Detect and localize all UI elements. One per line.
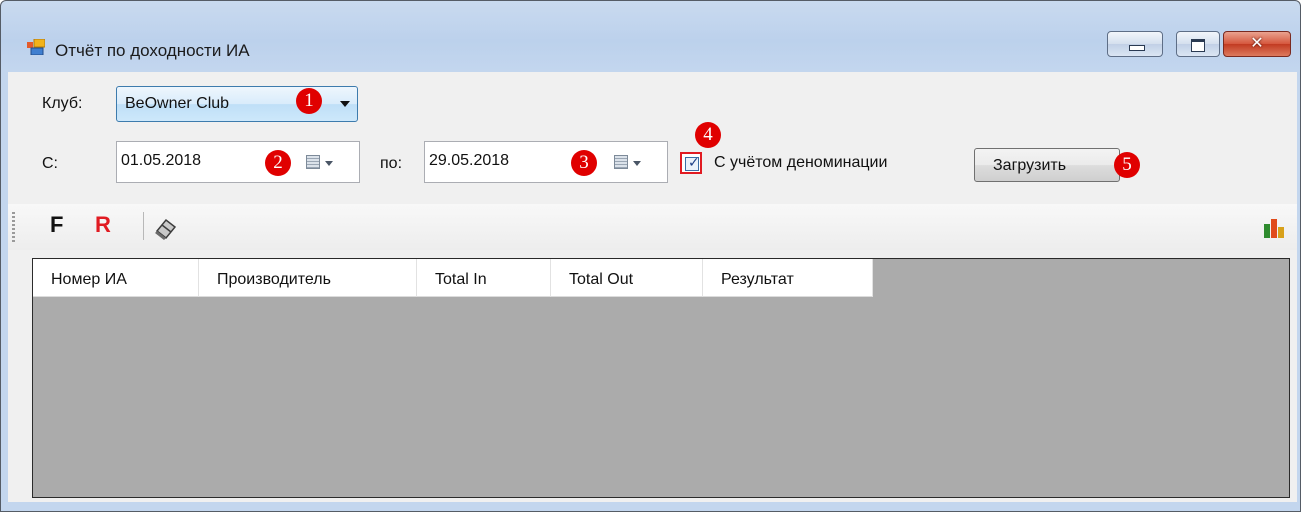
column-header-result[interactable]: Результат — [703, 259, 873, 297]
toolbar-separator — [143, 212, 144, 240]
denomination-checkbox-label[interactable]: С учётом деноминации — [714, 154, 887, 172]
column-header-total-in[interactable]: Total In — [417, 259, 551, 297]
maximize-button[interactable] — [1176, 31, 1220, 57]
column-header-number[interactable]: Номер ИА — [33, 259, 199, 297]
minimize-button[interactable] — [1107, 31, 1163, 57]
eraser-icon[interactable] — [153, 215, 179, 241]
club-dropdown[interactable]: BeOwner Club — [116, 86, 358, 122]
from-label: С: — [42, 155, 58, 172]
chevron-down-icon — [340, 101, 350, 107]
from-date-picker[interactable]: 01.05.2018 — [116, 141, 360, 183]
from-date-value: 01.05.2018 — [121, 152, 202, 169]
checkmark-icon: ✓ — [688, 154, 700, 170]
maximize-icon — [1191, 39, 1205, 52]
denomination-checkbox[interactable]: ✓ — [680, 152, 702, 174]
annotation-badge-4: 4 — [695, 122, 721, 148]
window-title: Отчёт по доходности ИА — [55, 41, 250, 60]
r-button[interactable]: R — [95, 212, 111, 238]
close-icon: ✕ — [1250, 35, 1264, 52]
to-label: по: — [380, 155, 403, 172]
toolbar — [8, 204, 1297, 250]
title-bar[interactable] — [1, 1, 1300, 37]
annotation-badge-5: 5 — [1114, 152, 1140, 178]
load-button-label: Загрузить — [993, 157, 1067, 174]
toolbar-grip[interactable] — [12, 212, 15, 242]
checkbox-box: ✓ — [685, 154, 700, 171]
chart-icon[interactable] — [1262, 216, 1286, 240]
club-label: Клуб: — [42, 95, 83, 112]
annotation-badge-1: 1 — [296, 88, 322, 114]
club-dropdown-value: BeOwner Club — [125, 95, 230, 112]
app-icon — [27, 39, 45, 55]
calendar-icon[interactable] — [306, 155, 320, 169]
column-header-total-out[interactable]: Total Out — [551, 259, 703, 297]
column-header-manufacturer[interactable]: Производитель — [199, 259, 417, 297]
f-button[interactable]: F — [50, 212, 63, 238]
grid-header: Номер ИА Производитель Total In Total Ou… — [33, 259, 873, 297]
load-button[interactable]: Загрузить — [974, 148, 1120, 182]
annotation-badge-2: 2 — [265, 150, 291, 176]
close-button[interactable]: ✕ — [1223, 31, 1291, 57]
to-date-picker[interactable]: 29.05.2018 — [424, 141, 668, 183]
chevron-down-icon — [325, 161, 333, 166]
minimize-icon — [1129, 45, 1145, 51]
report-grid[interactable]: Номер ИА Производитель Total In Total Ou… — [32, 258, 1290, 498]
chevron-down-icon — [633, 161, 641, 166]
calendar-icon[interactable] — [614, 155, 628, 169]
to-date-value: 29.05.2018 — [429, 152, 510, 169]
annotation-badge-3: 3 — [571, 150, 597, 176]
